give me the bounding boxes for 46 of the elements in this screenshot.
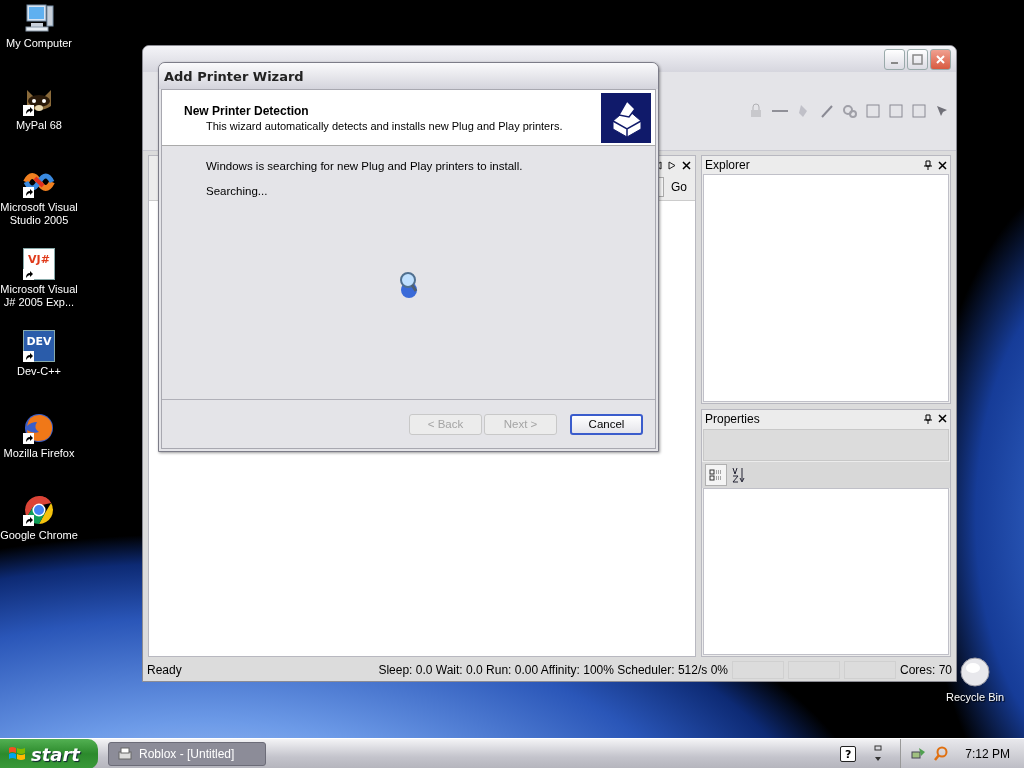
desktop-icon-label[interactable]: Google Chrome — [0, 529, 78, 542]
dialog-title: Add Printer Wizard — [159, 63, 658, 89]
sort-descending-icon[interactable] — [731, 465, 745, 484]
square-icon[interactable] — [865, 103, 881, 119]
wizard-message: Windows is searching for new Plug and Play printers to install. — [206, 160, 524, 172]
maximize-button[interactable] — [907, 48, 928, 70]
desktop-icon-label[interactable]: Microsoft Visual J# 2005 Exp... — [0, 283, 78, 309]
desktop-icon-label[interactable]: Recycle Bin — [936, 691, 1014, 704]
wizard-button[interactable]: Cancel — [570, 413, 643, 435]
maximize-icon — [912, 53, 923, 65]
list-icon — [709, 467, 723, 482]
panel-title: Properties — [705, 411, 761, 426]
status-text: Ready — [147, 663, 183, 677]
minimize-button[interactable] — [884, 48, 905, 70]
pin-icon[interactable] — [924, 413, 932, 424]
search-icon[interactable] — [933, 746, 950, 762]
wizard-step-title: New Printer Detection — [184, 103, 310, 118]
progress-text: Searching... — [206, 185, 269, 197]
computer-icon — [23, 2, 55, 34]
wizard-step-subtitle: This wizard automatically detects and installs new Plug and Play printers. — [205, 119, 564, 132]
close-icon[interactable] — [938, 414, 947, 423]
close-icon — [935, 53, 946, 65]
tab-right-icon[interactable] — [668, 160, 676, 170]
close-icon[interactable] — [682, 160, 691, 170]
status-stats: Sleep: 0.0 Wait: 0.0 Run: 0.00 Affinity: 100% Scheduler: 512/s 0% — [378, 663, 728, 677]
status-cores: Cores: 70 — [899, 663, 952, 677]
pen-icon[interactable] — [819, 103, 835, 119]
network-icon[interactable] — [911, 746, 928, 762]
start-button[interactable]: start — [0, 739, 98, 768]
square-icon[interactable] — [888, 103, 904, 119]
desktop-icon-label[interactable]: Dev-C++ — [0, 365, 78, 378]
desktop-icon-label[interactable]: Microsoft Visual Studio 2005 — [0, 201, 78, 227]
panel-title: Explorer — [705, 158, 751, 172]
minimize-icon — [891, 62, 898, 64]
desktop-icon-label[interactable]: MyPal 68 — [0, 119, 78, 132]
recycle-bin-icon — [959, 656, 991, 688]
close-button[interactable] — [930, 48, 951, 70]
desktop-icon-label[interactable]: Mozilla Firefox — [0, 447, 78, 460]
pin-icon[interactable] — [924, 160, 932, 170]
clock[interactable]: 7:12 PM — [965, 747, 1010, 761]
printer-icon — [117, 746, 133, 762]
help-icon[interactable]: ? — [840, 746, 857, 762]
close-icon[interactable] — [938, 160, 947, 170]
desktop-icon-label[interactable]: My Computer — [0, 37, 78, 50]
windows-flag-icon — [8, 746, 26, 762]
square-icon[interactable] — [911, 103, 927, 119]
